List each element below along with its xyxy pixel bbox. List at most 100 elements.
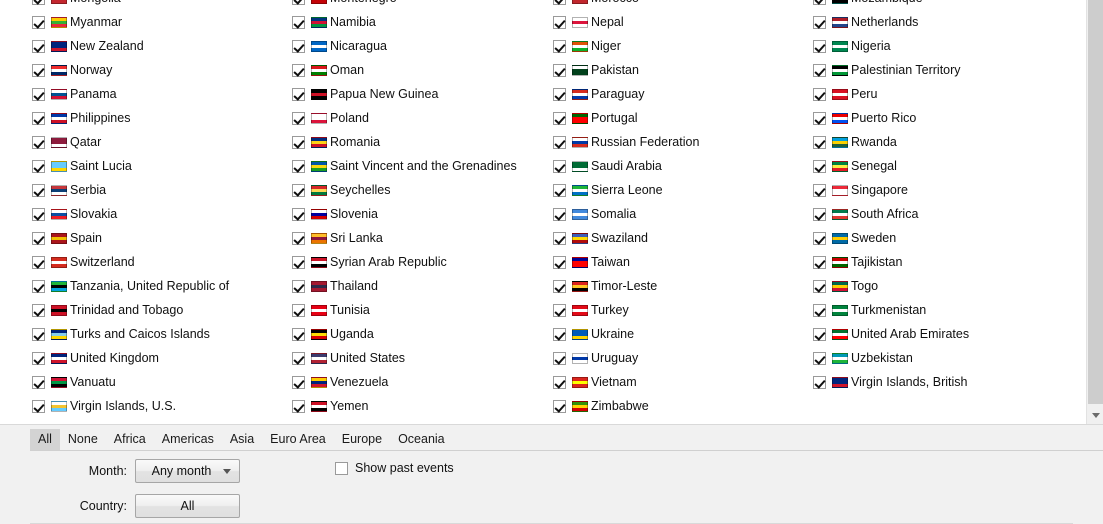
country-row[interactable]: Qatar	[32, 130, 292, 154]
country-checkbox[interactable]	[813, 207, 826, 221]
country-row[interactable]: Nigeria	[813, 34, 1073, 58]
country-checkbox[interactable]	[813, 351, 826, 365]
month-select[interactable]: Any month	[135, 459, 240, 483]
country-row[interactable]: Tajikistan	[813, 250, 1073, 274]
region-tab-europe[interactable]: Europe	[334, 429, 390, 450]
country-row[interactable]: Russian Federation	[553, 130, 813, 154]
country-row[interactable]: Niger	[553, 34, 813, 58]
country-checkbox[interactable]	[813, 231, 826, 245]
country-row[interactable]: Oman	[292, 58, 552, 82]
country-row[interactable]: Nicaragua	[292, 34, 552, 58]
country-checkbox[interactable]	[32, 63, 45, 77]
country-row[interactable]: Uzbekistan	[813, 346, 1073, 370]
country-row[interactable]: Romania	[292, 130, 552, 154]
country-checkbox[interactable]	[553, 399, 566, 413]
country-checkbox[interactable]	[32, 87, 45, 101]
country-row[interactable]: Togo	[813, 274, 1073, 298]
country-row[interactable]: Saint Lucia	[32, 154, 292, 178]
country-checkbox[interactable]	[292, 15, 305, 29]
country-checkbox[interactable]	[32, 39, 45, 53]
region-tab-none[interactable]: None	[60, 429, 106, 450]
country-row[interactable]: Uruguay	[553, 346, 813, 370]
country-checkbox[interactable]	[553, 351, 566, 365]
country-row[interactable]: Paraguay	[553, 82, 813, 106]
country-checkbox[interactable]	[292, 135, 305, 149]
region-tab-africa[interactable]: Africa	[106, 429, 154, 450]
country-checkbox[interactable]	[553, 279, 566, 293]
country-row[interactable]: Virgin Islands, British	[813, 370, 1073, 394]
country-row[interactable]: Turkmenistan	[813, 298, 1073, 322]
country-row[interactable]: Somalia	[553, 202, 813, 226]
scrollbar-thumb[interactable]	[1088, 0, 1103, 404]
country-checkbox[interactable]	[813, 327, 826, 341]
vertical-scrollbar[interactable]	[1086, 0, 1103, 424]
country-row[interactable]: Nepal	[553, 10, 813, 34]
country-row[interactable]: Slovenia	[292, 202, 552, 226]
country-checkbox[interactable]	[32, 255, 45, 269]
country-checkbox[interactable]	[32, 15, 45, 29]
country-checkbox[interactable]	[813, 303, 826, 317]
country-checkbox[interactable]	[32, 279, 45, 293]
country-checkbox[interactable]	[553, 63, 566, 77]
country-checkbox[interactable]	[553, 39, 566, 53]
country-row[interactable]: Portugal	[553, 106, 813, 130]
country-row[interactable]: Venezuela	[292, 370, 552, 394]
country-row[interactable]: New Zealand	[32, 34, 292, 58]
country-row[interactable]: Seychelles	[292, 178, 552, 202]
country-checkbox[interactable]	[292, 231, 305, 245]
country-row[interactable]: Taiwan	[553, 250, 813, 274]
country-row[interactable]: South Africa	[813, 202, 1073, 226]
country-row[interactable]: Turks and Caicos Islands	[32, 322, 292, 346]
country-checkbox[interactable]	[292, 0, 305, 5]
country-row[interactable]: Puerto Rico	[813, 106, 1073, 130]
country-checkbox[interactable]	[32, 0, 45, 5]
country-checkbox[interactable]	[813, 279, 826, 293]
country-checkbox[interactable]	[292, 327, 305, 341]
country-row[interactable]: United Kingdom	[32, 346, 292, 370]
country-row[interactable]: Turkey	[553, 298, 813, 322]
country-checkbox[interactable]	[813, 375, 826, 389]
country-checkbox[interactable]	[553, 135, 566, 149]
country-row[interactable]: Mongolia	[32, 0, 292, 10]
country-row[interactable]: Papua New Guinea	[292, 82, 552, 106]
country-row[interactable]: Uganda	[292, 322, 552, 346]
country-row[interactable]: Trinidad and Tobago	[32, 298, 292, 322]
country-row[interactable]: Saudi Arabia	[553, 154, 813, 178]
country-checkbox[interactable]	[553, 327, 566, 341]
show-past-events-checkbox[interactable]	[335, 461, 348, 475]
country-checkbox[interactable]	[32, 159, 45, 173]
country-checkbox[interactable]	[292, 183, 305, 197]
show-past-events-control[interactable]: Show past events	[335, 461, 454, 475]
country-select[interactable]: All	[135, 494, 240, 518]
country-checkbox[interactable]	[813, 135, 826, 149]
country-row[interactable]: Sweden	[813, 226, 1073, 250]
country-checkbox[interactable]	[553, 0, 566, 5]
country-checkbox[interactable]	[553, 207, 566, 221]
country-row[interactable]: Panama	[32, 82, 292, 106]
country-row[interactable]: Netherlands	[813, 10, 1073, 34]
country-checkbox[interactable]	[32, 183, 45, 197]
country-row[interactable]: Singapore	[813, 178, 1073, 202]
country-checkbox[interactable]	[292, 351, 305, 365]
country-row[interactable]: Thailand	[292, 274, 552, 298]
country-row[interactable]: Peru	[813, 82, 1073, 106]
country-row[interactable]: Spain	[32, 226, 292, 250]
region-tab-euro-area[interactable]: Euro Area	[262, 429, 334, 450]
country-checkbox[interactable]	[292, 255, 305, 269]
country-checkbox[interactable]	[32, 231, 45, 245]
country-checkbox[interactable]	[813, 0, 826, 5]
country-checkbox[interactable]	[813, 183, 826, 197]
country-checkbox[interactable]	[292, 303, 305, 317]
country-row[interactable]: Swaziland	[553, 226, 813, 250]
country-row[interactable]: Rwanda	[813, 130, 1073, 154]
country-checkbox[interactable]	[292, 87, 305, 101]
country-row[interactable]: Virgin Islands, U.S.	[32, 394, 292, 418]
country-checkbox[interactable]	[32, 399, 45, 413]
country-checkbox[interactable]	[32, 327, 45, 341]
country-checkbox[interactable]	[813, 255, 826, 269]
country-row[interactable]: Senegal	[813, 154, 1073, 178]
country-row[interactable]: Morocco	[553, 0, 813, 10]
country-checkbox[interactable]	[32, 303, 45, 317]
country-checkbox[interactable]	[292, 279, 305, 293]
country-checkbox[interactable]	[32, 375, 45, 389]
